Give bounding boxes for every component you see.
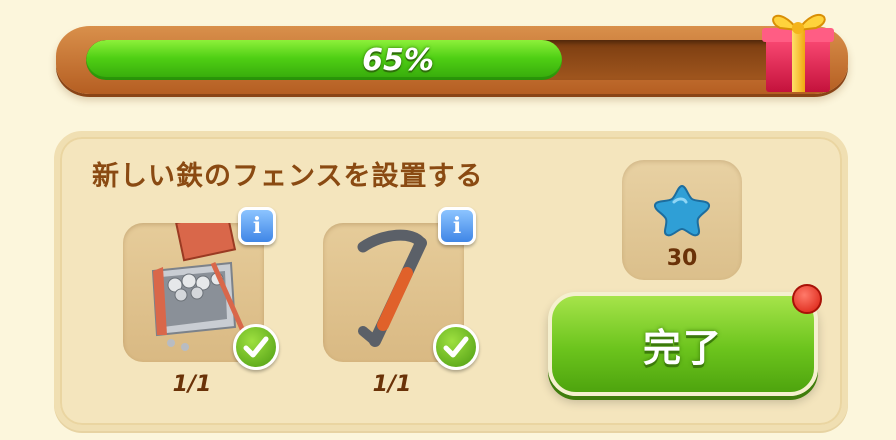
requirement-count: 1/1	[172, 372, 212, 397]
quest-title: 新しい鉄のフェンスを設置する	[92, 161, 484, 192]
progress-bar: 65%	[56, 26, 848, 94]
progress-percent: 65%	[362, 42, 434, 78]
reward-slot: 30	[622, 160, 742, 280]
reward-amount: 30	[666, 246, 698, 271]
complete-button[interactable]: 完了	[548, 292, 818, 396]
notification-dot	[792, 284, 822, 314]
gift-icon[interactable]	[756, 0, 840, 96]
check-icon	[233, 324, 279, 370]
requirement-count: 1/1	[372, 372, 412, 397]
check-icon	[433, 324, 479, 370]
info-button-toolbox[interactable]: i	[238, 207, 276, 245]
info-button-crowbar[interactable]: i	[438, 207, 476, 245]
blue-star-icon	[653, 184, 711, 237]
